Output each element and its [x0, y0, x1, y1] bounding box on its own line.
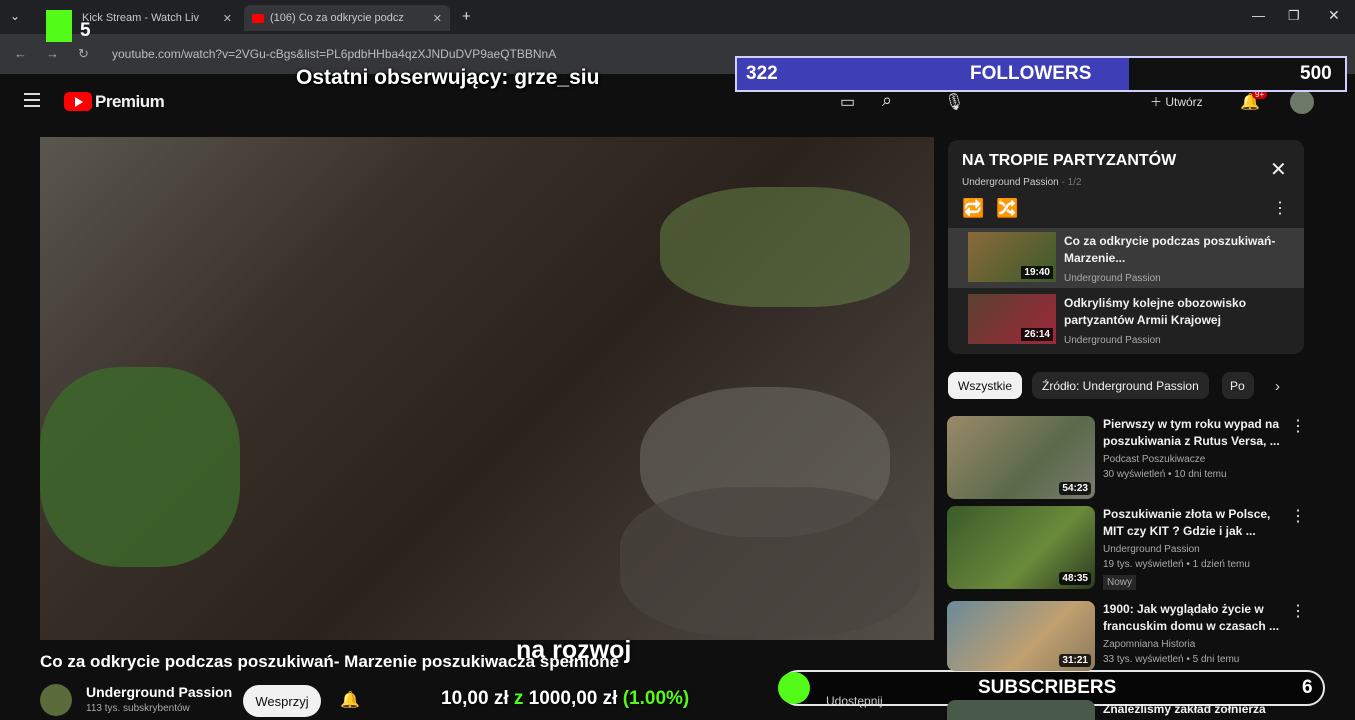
- share-button[interactable]: Udostępnij: [826, 694, 883, 708]
- video-thumbnail[interactable]: [947, 700, 1095, 720]
- more-options-icon[interactable]: ⋮: [1272, 198, 1288, 218]
- playlist-position: - 1/2: [1061, 177, 1082, 188]
- support-button[interactable]: Wesprzyj: [243, 685, 321, 717]
- kick-viewer-count: 5: [80, 20, 91, 41]
- donation-separator: z: [513, 688, 524, 709]
- tab-search-icon[interactable]: ⌄: [10, 9, 20, 23]
- playlist-author-name: Underground Passion: [962, 177, 1059, 188]
- plus-icon: ＋: [1150, 95, 1166, 109]
- reload-icon[interactable]: ↻: [78, 46, 89, 62]
- donation-current: 10,00 zł: [441, 688, 509, 709]
- back-icon[interactable]: ←: [14, 46, 27, 61]
- playlist-title[interactable]: NA TROPIE PARTYZANTÓW: [962, 152, 1176, 170]
- duration-badge: 48:35: [1059, 572, 1091, 585]
- close-icon[interactable]: ✕: [433, 12, 442, 25]
- video-thumbnail[interactable]: 54:23: [947, 416, 1095, 499]
- video-channel[interactable]: Zapomniana Historia: [1103, 637, 1283, 652]
- new-badge: Nowy: [1103, 575, 1137, 590]
- playlist-item-channel: Underground Passion: [1064, 273, 1161, 284]
- playlist-item-thumbnail[interactable]: 19:40: [968, 232, 1056, 282]
- video-thumbnail[interactable]: 48:35: [947, 506, 1095, 589]
- tab-label: Kick Stream - Watch Liv: [82, 12, 199, 24]
- window-close-icon[interactable]: ✕: [1328, 7, 1340, 24]
- donation-target: 1000,00 zł: [528, 688, 618, 709]
- chip-more[interactable]: Po: [1222, 372, 1254, 399]
- duration-badge: 19:40: [1021, 266, 1053, 279]
- video-foliage: [40, 367, 240, 567]
- channel-subscribers: 113 tys. subskrybentów: [86, 703, 190, 714]
- more-options-icon[interactable]: ⋮: [1290, 416, 1306, 436]
- playlist-item-channel: Underground Passion: [1064, 335, 1161, 346]
- chevron-right-icon[interactable]: ›: [1275, 378, 1280, 395]
- more-options-icon[interactable]: ⋮: [1290, 601, 1306, 621]
- tab-label: (106) Co za odkrycie podcz: [270, 12, 404, 24]
- more-options-icon[interactable]: ⋮: [1290, 506, 1306, 526]
- video-title[interactable]: Poszukiwanie złota w Polsce, MIT czy KIT…: [1103, 506, 1281, 540]
- video-grass: [660, 187, 910, 307]
- video-meta: 30 wyświetleń • 10 dni temu: [1103, 469, 1227, 480]
- search-icon[interactable]: ⌕: [882, 90, 892, 111]
- playlist-item-title[interactable]: Odkryliśmy kolejne obozowisko partyzantó…: [1064, 295, 1294, 329]
- close-icon[interactable]: ✕: [1270, 157, 1287, 182]
- video-channel[interactable]: Underground Passion: [1103, 542, 1283, 557]
- url-field[interactable]: youtube.com/watch?v=2VGu-cBgs&list=PL6pd…: [112, 47, 556, 61]
- video-hand: [620, 487, 920, 637]
- duration-badge: 54:23: [1059, 482, 1091, 495]
- video-player[interactable]: [40, 137, 934, 640]
- duration-badge: 31:21: [1059, 654, 1091, 667]
- close-icon[interactable]: ✕: [223, 12, 232, 25]
- video-channel[interactable]: Podcast Poszukiwacze: [1103, 452, 1283, 467]
- create-label: Utwórz: [1165, 95, 1203, 109]
- chip-source[interactable]: Źródło: Underground Passion: [1032, 372, 1209, 399]
- video-title: Co za odkrycie podczas poszukiwań- Marze…: [40, 652, 620, 671]
- create-button[interactable]: ＋ Utwórz: [1150, 93, 1203, 110]
- video-title[interactable]: Pierwszy w tym roku wypad na poszukiwani…: [1103, 416, 1281, 450]
- video-title[interactable]: 1900: Jak wyglądało życie w francuskim d…: [1103, 601, 1281, 635]
- video-meta: 19 tys. wyświetleń • 1 dzień temu: [1103, 559, 1250, 570]
- followers-current: 322: [746, 63, 778, 84]
- loop-icon[interactable]: 🔁: [962, 198, 984, 219]
- video-title[interactable]: Znaleźliśmy zakład żołnierza Szkolnego -…: [1103, 701, 1281, 720]
- duration-badge: 26:14: [1021, 328, 1053, 341]
- video-meta: 33 tys. wyświetleń • 5 dni temu: [1103, 654, 1240, 665]
- playlist-item-title[interactable]: Co za odkrycie podczas poszukiwań- Marze…: [1064, 233, 1294, 267]
- minimize-icon[interactable]: —: [1252, 8, 1265, 23]
- shuffle-icon[interactable]: 🔀: [996, 198, 1018, 219]
- maximize-icon[interactable]: ❐: [1288, 8, 1300, 24]
- playlist-item-thumbnail[interactable]: 26:14: [968, 294, 1056, 344]
- youtube-logo-icon[interactable]: [64, 92, 92, 111]
- menu-icon[interactable]: [24, 93, 40, 107]
- subscribers-label: SUBSCRIBERS: [978, 677, 1117, 698]
- video-thumbnail[interactable]: 31:21: [947, 601, 1095, 671]
- forward-icon[interactable]: →: [46, 46, 59, 61]
- subscribers-indicator-icon: [778, 672, 810, 704]
- playlist-author: Underground Passion - 1/2: [962, 177, 1082, 188]
- cast-icon[interactable]: ▭: [840, 92, 855, 112]
- channel-name[interactable]: Underground Passion: [86, 684, 232, 700]
- donation-percent: (1.00%): [622, 688, 690, 709]
- youtube-logo-text: Premium: [95, 92, 165, 111]
- youtube-favicon-icon: [252, 13, 264, 23]
- followers-goal: 500: [1300, 63, 1332, 84]
- mic-icon[interactable]: 🎙: [944, 92, 964, 112]
- subscribers-count: 6: [1302, 677, 1313, 698]
- donation-goal: 10,00 zł z 1000,00 zł (1.00%): [441, 688, 689, 710]
- bell-icon[interactable]: 🔔: [340, 690, 360, 710]
- chip-all[interactable]: Wszystkie: [948, 372, 1022, 399]
- kick-logo-icon: [46, 10, 72, 42]
- new-tab-icon[interactable]: +: [462, 8, 471, 25]
- tab-youtube[interactable]: (106) Co za odkrycie podcz ✕: [244, 5, 450, 31]
- avatar[interactable]: [1290, 90, 1314, 114]
- last-follower-text: Ostatni obserwujący: grze_siu: [296, 66, 600, 89]
- followers-label: FOLLOWERS: [970, 63, 1092, 84]
- channel-avatar[interactable]: [40, 684, 72, 716]
